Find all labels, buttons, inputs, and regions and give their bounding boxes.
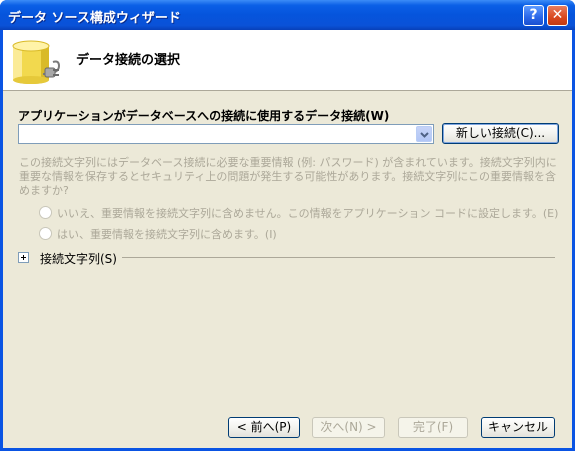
page-title: データ接続の選択: [76, 53, 181, 68]
database-plug-icon: [12, 40, 61, 84]
radio-include-label: はい、重要情報を接続文字列に含めます。(I): [57, 228, 277, 241]
close-button[interactable]: ✕: [547, 5, 568, 26]
cancel-button[interactable]: キャンセル: [481, 417, 555, 438]
back-button[interactable]: < 前へ(P): [228, 417, 300, 438]
title-bar[interactable]: データ ソース構成ウィザード ? ✕: [0, 0, 575, 30]
connection-string-expander[interactable]: 接続文字列(S): [18, 250, 559, 266]
chevron-down-icon: [420, 132, 429, 138]
wizard-window: データ ソース構成ウィザード ? ✕ データ接続の選択 アプリケーションがデータ…: [0, 0, 575, 451]
dialog-body: データ接続の選択 アプリケーションがデータベースへの接続に使用するデータ接続(W…: [3, 30, 572, 448]
connection-combobox[interactable]: [18, 124, 434, 144]
finish-button[interactable]: 完了(F): [398, 417, 468, 438]
security-description: この接続文字列にはデータベース接続に必要な重要情報 (例: パスワード) が含ま…: [19, 156, 557, 197]
radio-include-sensitive[interactable]: はい、重要情報を接続文字列に含めます。(I): [39, 226, 559, 242]
expander-label: 接続文字列(S): [40, 252, 117, 266]
radio-circle[interactable]: [39, 206, 52, 219]
help-button[interactable]: ?: [523, 5, 544, 26]
radio-circle[interactable]: [39, 227, 52, 240]
expand-plus-icon[interactable]: [18, 252, 29, 263]
dropdown-arrow-button[interactable]: [416, 126, 432, 142]
connection-label: アプリケーションがデータベースへの接続に使用するデータ接続(W): [18, 109, 390, 123]
wizard-header: データ接続の選択: [3, 30, 572, 91]
window-title: データ ソース構成ウィザード: [8, 11, 181, 26]
expander-divider: [122, 257, 555, 258]
radio-exclude-sensitive[interactable]: いいえ、重要情報を接続文字列に含めません。この情報をアプリケーション コードに設…: [39, 205, 559, 221]
next-button[interactable]: 次へ(N) >: [312, 417, 385, 438]
radio-exclude-label: いいえ、重要情報を接続文字列に含めません。この情報をアプリケーション コードに設…: [57, 207, 559, 220]
new-connection-button[interactable]: 新しい接続(C)...: [442, 123, 559, 144]
